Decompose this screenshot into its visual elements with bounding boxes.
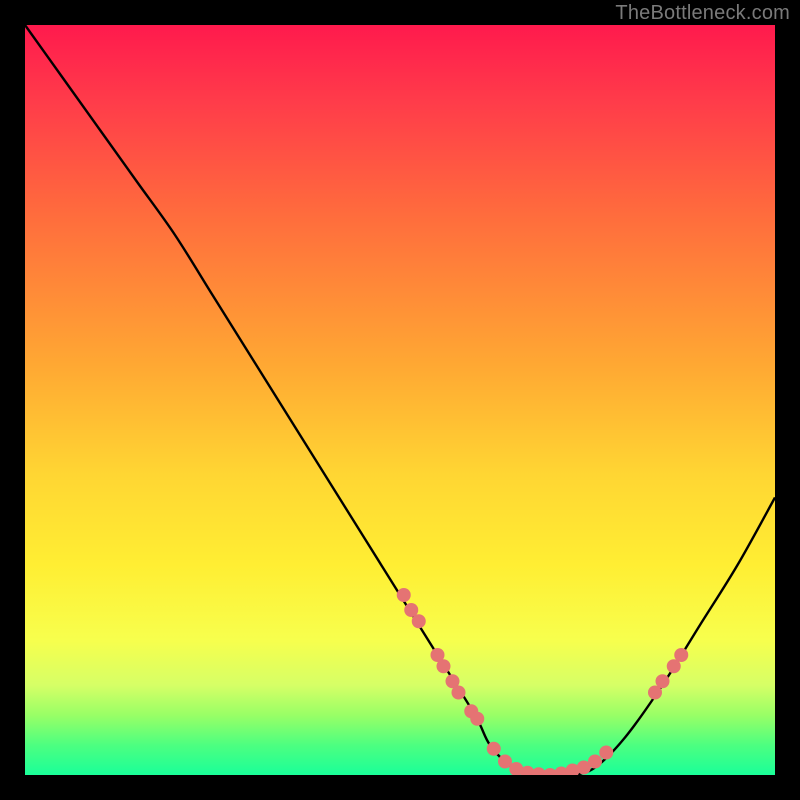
chart-plot-area xyxy=(25,25,775,775)
data-marker xyxy=(674,648,688,662)
data-marker xyxy=(412,614,426,628)
bottleneck-curve xyxy=(25,25,775,775)
data-marker xyxy=(599,746,613,760)
data-marker xyxy=(487,742,501,756)
bottleneck-chart-svg xyxy=(25,25,775,775)
data-marker xyxy=(397,588,411,602)
data-marker xyxy=(656,674,670,688)
data-marker xyxy=(452,686,466,700)
data-marker xyxy=(588,755,602,769)
attribution-label: TheBottleneck.com xyxy=(615,2,790,25)
data-markers xyxy=(397,588,689,775)
data-marker xyxy=(470,712,484,726)
data-marker xyxy=(437,659,451,673)
